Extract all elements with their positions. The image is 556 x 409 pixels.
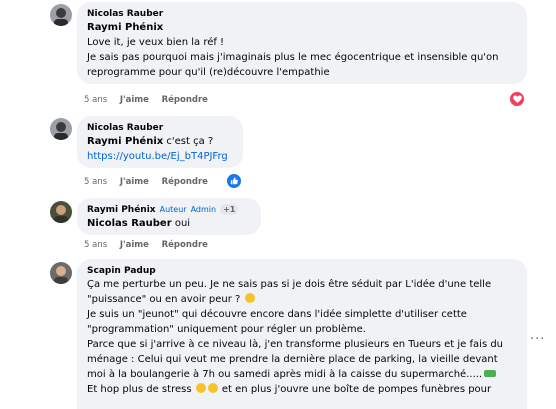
comment-bubble: Nicolas Rauber Raymi Phénix Love it, je … <box>77 2 527 84</box>
comment-author[interactable]: Nicolas Rauber <box>87 8 517 20</box>
comment-bubble: Scapin Padup Ça me perturbe un peu. Je n… <box>77 259 527 409</box>
reply-button[interactable]: Répondre <box>162 95 208 105</box>
comment-author: Raymi Phénix Auteur Admin +1 <box>87 204 251 216</box>
reply-button[interactable]: Répondre <box>162 177 208 187</box>
comment-bubble: Nicolas Rauber Raymi Phénix c'est ça ? h… <box>77 116 243 168</box>
zany-face-icon <box>207 383 218 393</box>
avatar[interactable] <box>50 4 72 26</box>
comment-actions: 5 ans J'aime Répondre <box>84 239 218 251</box>
comment-link[interactable]: https://youtu.be/Ej_bT4PJFrg <box>87 151 228 162</box>
comment-author[interactable]: Nicolas Rauber <box>87 122 233 134</box>
comment-line: reprogramme pour qu'il (re)découvre l'em… <box>87 67 330 78</box>
mention[interactable]: Raymi Phénix <box>87 136 163 147</box>
comment-line: Love it, je veux bien la réf ! <box>87 37 225 48</box>
grinning-sweat-icon <box>195 383 206 393</box>
mention[interactable]: Nicolas Rauber <box>87 218 172 229</box>
comment-line: Je sais pas pourquoi mais j'imaginais pl… <box>87 52 499 63</box>
reply-button[interactable]: Répondre <box>162 240 208 250</box>
comment-line: Et hop plus de stress <box>87 384 192 395</box>
comment-line: et en plus j'ouvre une boîte de pompes f… <box>218 384 492 395</box>
comment-actions: 5 ans J'aime Répondre <box>84 94 218 106</box>
comment-line: ménage : Celui qui veut me prendre la de… <box>87 354 498 365</box>
comment-text: Raymi Phénix Love it, je veux bien la ré… <box>87 20 517 80</box>
comment-line: Ça me perturbe un peu. Je ne sais pas si… <box>87 279 492 290</box>
timestamp[interactable]: 5 ans <box>84 177 107 187</box>
like-button[interactable]: J'aime <box>120 95 149 105</box>
like-icon[interactable] <box>227 174 241 188</box>
thinking-face-icon <box>244 293 255 303</box>
comment-text: Raymi Phénix c'est ça ? https://youtu.be… <box>87 134 233 164</box>
comment-line: Parce que si j'arrive à ce niveau là, j'… <box>87 339 504 350</box>
comment-text: Ça me perturbe un peu. Je ne sais pas si… <box>87 277 517 397</box>
like-button[interactable]: J'aime <box>120 240 149 250</box>
love-icon[interactable] <box>510 92 524 106</box>
comment-line: "puissance" ou en avoir peur ? <box>87 294 241 305</box>
badge-count[interactable]: +1 <box>220 204 239 215</box>
comment-author[interactable]: Scapin Padup <box>87 265 517 277</box>
comment-actions: 5 ans J'aime Répondre <box>84 176 218 188</box>
mention[interactable]: Raymi Phénix <box>87 22 163 33</box>
water-pistol-icon <box>484 370 497 377</box>
timestamp[interactable]: 5 ans <box>84 95 107 105</box>
more-options-icon[interactable]: ··· <box>530 332 545 347</box>
author-name[interactable]: Raymi Phénix <box>87 205 156 215</box>
comment-text: Nicolas Rauber oui <box>87 216 251 231</box>
comment-line: Je suis un "jeunot" qui découvre encore … <box>87 309 467 320</box>
timestamp[interactable]: 5 ans <box>84 240 107 250</box>
like-button[interactable]: J'aime <box>120 177 149 187</box>
admin-badge: Admin <box>190 205 217 214</box>
comment-line: "programmation" uniquement pour régler u… <box>87 324 366 335</box>
comment-bubble: Raymi Phénix Auteur Admin +1 Nicolas Rauber… <box>77 198 261 235</box>
comment-line: c'est ça ? <box>163 136 214 147</box>
avatar[interactable] <box>50 118 72 140</box>
avatar[interactable] <box>50 201 72 223</box>
author-badge: Auteur <box>159 205 187 214</box>
avatar[interactable] <box>50 262 72 284</box>
comment-line: oui <box>171 218 191 229</box>
comment-line: moi à la boulangerie à 7h ou samedi aprè… <box>87 369 483 380</box>
